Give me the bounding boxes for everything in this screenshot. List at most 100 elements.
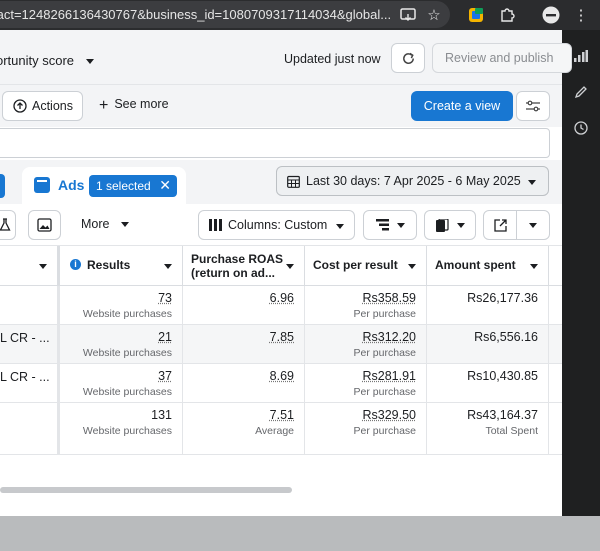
refresh-icon [402,52,414,64]
cost-type: Per purchase [353,386,416,398]
page-title[interactable]: ortunity score [0,53,94,68]
screen-cast-icon[interactable] [397,4,419,26]
more-vert-icon[interactable]: ⋮ [570,4,592,26]
pencil-icon[interactable] [573,84,589,100]
search-filter-bar[interactable] [0,128,550,158]
horizontal-scrollbar[interactable] [0,487,292,493]
table-header: i Results Purchase ROAS (return on ad...… [0,246,562,286]
calendar-icon [287,175,300,188]
cost-cell: Rs358.59 Per purchase [305,286,427,325]
results-value[interactable]: 73 [158,291,172,305]
cost-value[interactable]: Rs358.59 [362,291,416,305]
breakdown-button[interactable] [363,210,417,240]
see-more-label: See more [114,97,169,111]
row-name[interactable]: L CR - ... [0,370,50,384]
header-results[interactable]: i Results [60,246,183,286]
create-view-button[interactable]: Create a view [411,91,513,121]
results-value[interactable]: 21 [158,330,172,344]
review-and-publish-button[interactable]: Review and publish [432,43,572,73]
amount-value: Rs26,177.36 [467,291,538,305]
tab-adsets-edge[interactable] [0,174,5,198]
address-bar[interactable]: ls?act=1248266136430767&business_id=1080… [0,1,450,28]
total-cost-cell: Rs329.50 Per purchase [305,403,427,455]
header-cost-label: Cost per result [313,258,398,272]
page-title-text: ortunity score [0,53,75,68]
refresh-button[interactable] [391,43,425,73]
browser-window: ls?act=1248266136430767&business_id=1080… [0,0,600,551]
star-icon[interactable]: ☆ [423,4,445,26]
row-name-cell [0,286,60,325]
more-button[interactable]: More [81,217,129,231]
roas-value[interactable]: 8.69 [270,369,294,383]
tab-ads[interactable]: Ads 1 selected ✕ [22,167,186,205]
browser-toolbar: ls?act=1248266136430767&business_id=1080… [0,0,600,30]
row-name[interactable]: L CR - ... [0,331,50,345]
puzzle-icon[interactable] [496,4,518,26]
chevron-down-icon [286,264,294,269]
action-toolbar: Actions + See more Create a view [0,85,562,127]
extension-color-icon[interactable] [465,4,487,26]
roas-value[interactable]: 6.96 [270,291,294,305]
results-type: Website purchases [82,308,172,320]
chevron-down-icon [528,180,536,185]
chevron-down-icon [164,264,172,269]
amount-cell: Rs26,177.36 [427,286,549,325]
reports-icon [435,218,449,232]
info-icon[interactable]: i [70,259,81,270]
chevron-down-icon [408,264,416,269]
ads-icon [34,177,50,193]
row-name-cell: L CR - ... [0,364,60,403]
columns-button[interactable]: Columns: Custom [198,210,355,240]
results-cell: 73 Website purchases [60,286,183,325]
header-roas-label: Purchase ROAS (return on ad... [191,252,284,280]
row-name-cell: L CR - ... [0,325,60,364]
header-name-column[interactable] [0,246,60,286]
export-button[interactable] [483,210,517,240]
total-roas-type: Average [255,425,294,437]
chevron-down-icon [396,222,405,228]
table-row[interactable]: L CR - ... 21 Website purchases 7.85 Rs31… [0,325,562,364]
bar-chart-icon[interactable] [573,48,589,64]
header-roas[interactable]: Purchase ROAS (return on ad... [183,246,305,286]
amount-cell: Rs6,556.16 [427,325,549,364]
header-amount-spent[interactable]: Amount spent [427,246,549,286]
tab-ads-label: Ads [58,177,85,193]
cost-value[interactable]: Rs312.20 [362,330,416,344]
total-row: 131 Website purchases 7.51 Average Rs329.5… [0,403,562,455]
filter-settings-button[interactable] [516,91,550,121]
profile-icon[interactable] [540,4,562,26]
cost-value[interactable]: Rs281.91 [362,369,416,383]
chevron-down-icon [39,264,47,269]
roas-cell: 8.69 [183,364,305,403]
date-range-picker[interactable]: Last 30 days: 7 Apr 2025 - 6 May 2025 [276,166,549,196]
selection-badge[interactable]: 1 selected ✕ [89,175,177,197]
breakdown-icon [375,219,389,231]
header-cost-per-result[interactable]: Cost per result [305,246,427,286]
results-value[interactable]: 37 [158,369,172,383]
cost-cell: Rs312.20 Per purchase [305,325,427,364]
total-roas-cell: 7.51 Average [183,403,305,455]
roas-value[interactable]: 7.85 [270,330,294,344]
total-roas-value[interactable]: 7.51 [270,408,294,422]
total-cost-type: Per purchase [353,425,416,437]
see-more-button[interactable]: + See more [99,97,169,115]
total-name-cell [0,403,60,455]
updated-status: Updated just now [284,52,381,66]
export-dropdown-button[interactable] [516,210,550,240]
total-cost-value[interactable]: Rs329.50 [362,408,416,422]
close-icon[interactable]: ✕ [159,177,171,194]
results-cell: 21 Website purchases [60,325,183,364]
table-row[interactable]: L CR - ... 37 Website purchases 8.69 Rs28… [0,364,562,403]
clock-icon[interactable] [573,120,589,136]
plus-icon: + [99,97,109,114]
actions-button[interactable]: Actions [2,91,83,121]
flask-button[interactable] [0,210,16,240]
more-label: More [81,217,110,231]
total-results-value: 131 [151,408,172,422]
reports-button[interactable] [424,210,476,240]
right-sidebar [562,30,600,516]
amount-cell: Rs10,430.85 [427,364,549,403]
table-row[interactable]: 73 Website purchases 6.96 Rs358.59 Per pur… [0,286,562,325]
image-button[interactable] [28,210,61,240]
total-amount-cell: Rs43,164.37 Total Spent [427,403,549,455]
